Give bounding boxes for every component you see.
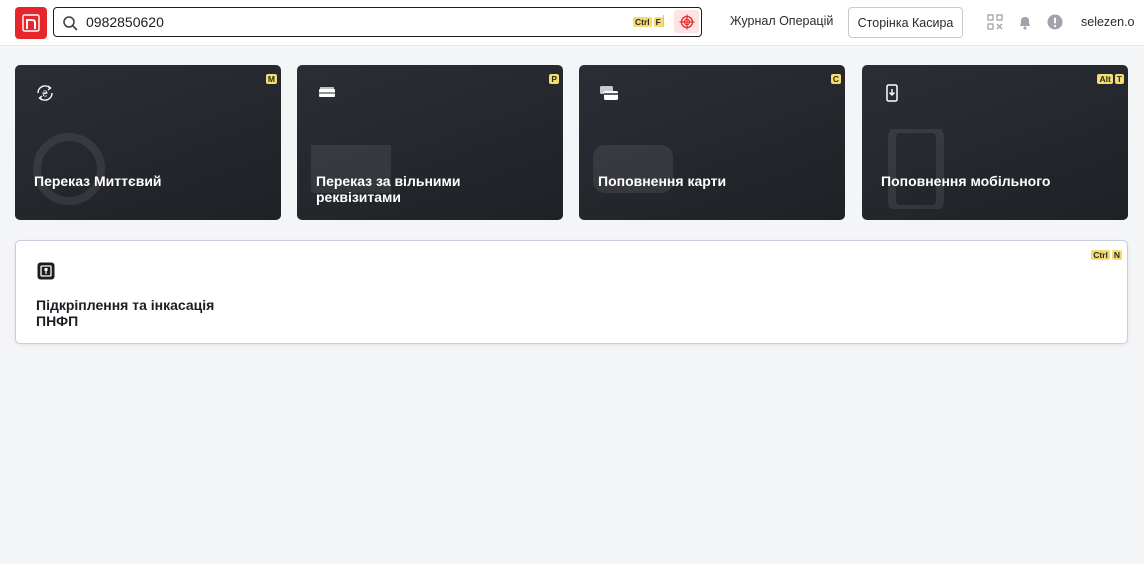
search-divider	[663, 15, 664, 27]
cards-icon	[600, 86, 618, 100]
card-free-details-transfer[interactable]: P Переказ за вільними реквізитами	[297, 65, 563, 220]
hotkey-key: P	[549, 74, 559, 84]
hotkey-key: F	[653, 17, 663, 27]
hotkey-key: Ctrl	[1091, 250, 1110, 260]
card-cash-reinforcement[interactable]: Ctrl N Підкріплення та інкасація ПНФП	[15, 240, 1128, 344]
card-title: Переказ Миттєвий	[34, 173, 162, 189]
card-hotkey: C	[829, 69, 841, 87]
safe-icon	[37, 262, 55, 280]
banknotes-icon	[319, 87, 335, 97]
search-bar: CtrlF	[53, 7, 702, 37]
alert-icon[interactable]	[1047, 14, 1063, 30]
card-hotkey: M	[264, 69, 277, 87]
search-icon	[63, 16, 78, 31]
qr-code-icon[interactable]	[987, 14, 1003, 30]
hotkey-key: N	[1111, 250, 1122, 260]
card-title: Переказ за вільними реквізитами	[316, 173, 461, 205]
svg-text:₴: ₴	[42, 90, 48, 99]
cards-watermark-icon	[593, 145, 673, 193]
search-input[interactable]	[86, 11, 606, 33]
card-hotkey: Alt T	[1095, 69, 1124, 87]
instant-transfer-icon: ₴	[37, 85, 53, 101]
hotkey-key: M	[265, 74, 277, 84]
card-title: Поповнення карти	[598, 173, 727, 189]
scan-button[interactable]	[674, 10, 699, 33]
hotkey-key: C	[830, 74, 841, 84]
card-instant-transfer[interactable]: ₴ M Переказ Миттєвий	[15, 65, 281, 220]
scan-target-icon	[679, 14, 694, 29]
search-hotkey: Ctrl F	[631, 12, 663, 30]
instant-transfer-watermark-icon	[33, 133, 105, 205]
brand-logo-icon	[22, 14, 40, 32]
top-bar: CtrlF Журнал Операцій Сторінка Касира se…	[0, 0, 1144, 46]
mobile-topup-icon	[886, 84, 898, 102]
card-hotkey: P	[547, 69, 559, 87]
card-mobile-topup[interactable]: Alt T Поповнення мобільного	[862, 65, 1128, 220]
journal-link[interactable]: Журнал Операцій	[730, 14, 833, 28]
card-hotkey: Ctrl N	[1089, 245, 1122, 263]
hotkey-key: T	[1114, 74, 1124, 84]
username[interactable]: selezen.o	[1081, 15, 1135, 29]
bell-icon[interactable]	[1017, 14, 1033, 30]
hotkey-key: Ctrl	[633, 17, 652, 27]
mobile-watermark-icon	[888, 129, 944, 209]
card-title: Підкріплення та інкасація ПНФП	[36, 297, 215, 329]
brand-logo[interactable]	[15, 7, 47, 39]
cashier-page-button[interactable]: Сторінка Касира	[848, 7, 963, 38]
card-card-topup[interactable]: C Поповнення карти	[579, 65, 845, 220]
card-title: Поповнення мобільного	[881, 173, 1051, 189]
hotkey-key: Alt	[1097, 74, 1113, 84]
